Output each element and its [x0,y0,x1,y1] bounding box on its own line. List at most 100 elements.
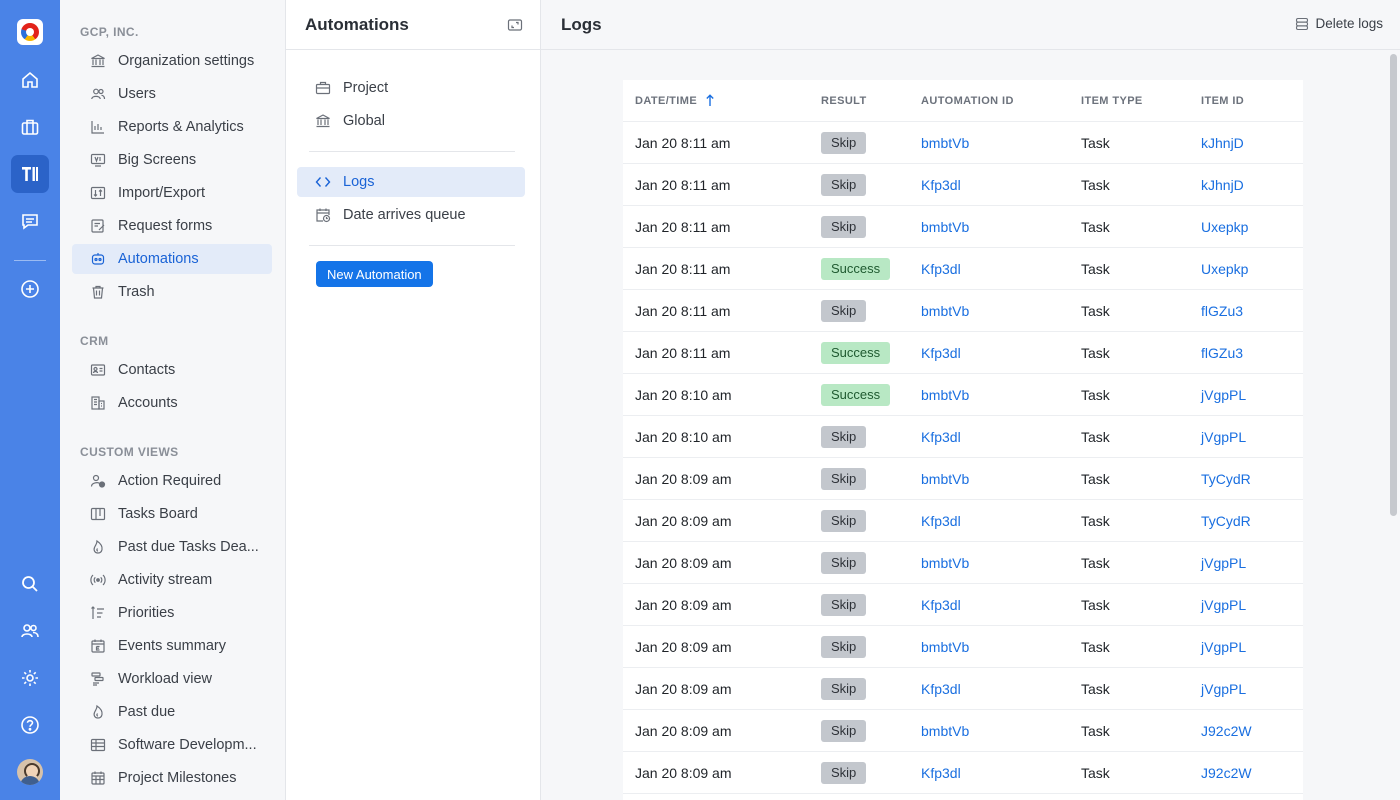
item-id-link[interactable]: jVgpPL [1201,639,1246,655]
table-row[interactable]: Jan 20 8:09 am Skip Kfp3dl Task jVgpPL [623,668,1303,710]
people-icon[interactable] [11,612,49,650]
item-id-link[interactable]: jVgpPL [1201,555,1246,571]
item-id-link[interactable]: J92c2W [1201,723,1252,739]
table-row[interactable]: Jan 20 8:11 am Skip Kfp3dl Task kJhnjD [623,164,1303,206]
table-row[interactable]: Jan 20 8:09 am Skip bmbtVb Task jVgpPL [623,626,1303,668]
automation-id-link[interactable]: bmbtVb [921,555,969,571]
workspace-icon[interactable] [11,155,49,193]
chat-icon[interactable] [11,202,49,240]
item-id-link[interactable]: J92c2W [1201,765,1252,781]
automation-id-link[interactable]: bmbtVb [921,135,969,151]
item-id-link[interactable]: jVgpPL [1201,429,1246,445]
sidebar-item-software-development[interactable]: Software Developm... [72,730,272,760]
sidebar-item-project-milestones[interactable]: Project Milestones [72,763,272,793]
item-id-link[interactable]: kJhnjD [1201,135,1244,151]
column-header-item-id[interactable]: ITEM ID [1201,95,1303,107]
item-id-link[interactable]: jVgpPL [1201,681,1246,697]
automation-id-link[interactable]: bmbtVb [921,723,969,739]
sidebar-item-organization-settings[interactable]: Organization settings [72,46,272,76]
cell-automation-id: bmbtVb [921,135,1081,151]
automation-id-link[interactable]: Kfp3dl [921,513,961,529]
cell-automation-id: bmbtVb [921,387,1081,403]
item-id-link[interactable]: flGZu3 [1201,303,1243,319]
automation-id-link[interactable]: Kfp3dl [921,429,961,445]
table-row[interactable]: Jan 20 8:11 am Skip bmbtVb Task kJhnjD [623,122,1303,164]
sidebar-item-reports[interactable]: Reports & Analytics [72,112,272,142]
sidebar-item-tasks-board[interactable]: Tasks Board [72,499,272,529]
add-icon[interactable] [11,270,49,308]
table-row[interactable]: Jan 20 8:09 am Skip Kfp3dl Task TyCydR [623,500,1303,542]
table-row[interactable]: Jan 20 8:11 am Success Kfp3dl Task flGZu3 [623,332,1303,374]
item-id-link[interactable]: jVgpPL [1201,387,1246,403]
sidebar-item-action-required[interactable]: Action Required [72,466,272,496]
item-id-link[interactable]: jVgpPL [1201,597,1246,613]
automation-id-link[interactable]: bmbtVb [921,639,969,655]
sidebar-item-activity-stream[interactable]: Activity stream [72,565,272,595]
sidebar-item-big-screens[interactable]: Big Screens [72,145,272,175]
expand-icon[interactable] [507,17,523,33]
app-logo[interactable] [17,19,43,45]
menu-item-project[interactable]: Project [297,73,525,103]
column-header-result[interactable]: RESULT [821,95,921,107]
sidebar-item-users[interactable]: Users [72,79,272,109]
search-icon[interactable] [11,565,49,603]
automation-id-link[interactable]: Kfp3dl [921,597,961,613]
menu-item-date-arrives-queue[interactable]: Date arrives queue [297,200,525,230]
sidebar-item-accounts[interactable]: Accounts [72,388,272,418]
status-badge: Skip [821,551,867,574]
menu-item-global[interactable]: Global [297,106,525,136]
item-id-link[interactable]: flGZu3 [1201,345,1243,361]
table-row[interactable]: Jan 20 8:09 am Skip Kfp3dl Task jVgpPL [623,584,1303,626]
avatar[interactable] [17,759,43,785]
automation-id-link[interactable]: bmbtVb [921,219,969,235]
briefcase-icon[interactable] [11,108,49,146]
delete-logs-button[interactable]: Delete logs [1295,16,1383,31]
column-header-item-type[interactable]: ITEM TYPE [1081,95,1201,107]
column-label: DATE/TIME [635,94,698,107]
table-row[interactable]: Jan 20 8:11 am Skip bmbtVb Task Uxepkp [623,206,1303,248]
automation-id-link[interactable]: bmbtVb [921,303,969,319]
item-id-link[interactable]: kJhnjD [1201,177,1244,193]
table-row[interactable]: Jan 20 8:09 am Skip Kfp3dl Task J92c2W [623,752,1303,794]
table-row[interactable]: Jan 20 8:09 am Skip bmbtVb Task jVgpPL [623,542,1303,584]
home-icon[interactable] [11,61,49,99]
cell-item-type: Task [1081,176,1110,193]
cell-item-type: Task [1081,596,1110,613]
table-row[interactable]: Jan 20 8:09 am Skip bmbtVb Task J92c2W [623,710,1303,752]
column-header-automation-id[interactable]: AUTOMATION ID [921,95,1081,107]
sidebar-item-request-forms[interactable]: Request forms [72,211,272,241]
automation-id-link[interactable]: Kfp3dl [921,345,961,361]
new-automation-button[interactable]: New Automation [316,261,433,287]
item-id-link[interactable]: TyCydR [1201,471,1251,487]
sidebar-item-import-export[interactable]: Import/Export [72,178,272,208]
item-id-link[interactable]: TyCydR [1201,513,1251,529]
sidebar-item-contacts[interactable]: Contacts [72,355,272,385]
item-id-link[interactable]: Uxepkp [1201,219,1248,235]
sidebar-item-past-due-tasks[interactable]: Past due Tasks Dea... [72,532,272,562]
sidebar-item-events-summary[interactable]: Events summary [72,631,272,661]
automation-id-link[interactable]: Kfp3dl [921,177,961,193]
menu-item-logs[interactable]: Logs [297,167,525,197]
cell-automation-id: Kfp3dl [921,513,1081,529]
sidebar-item-workload-view[interactable]: Workload view [72,664,272,694]
automation-id-link[interactable]: Kfp3dl [921,681,961,697]
table-row[interactable]: Jan 20 8:11 am Success Kfp3dl Task Uxepkp [623,248,1303,290]
table-row[interactable]: Jan 20 8:11 am Skip bmbtVb Task flGZu3 [623,290,1303,332]
table-row[interactable]: Jan 20 8:09 am Skip bmbtVb Task TyCydR [623,458,1303,500]
sidebar-item-priorities[interactable]: Priorities [72,598,272,628]
sidebar-item-trash[interactable]: Trash [72,277,272,307]
table-row[interactable]: Jan 20 8:10 am Skip Kfp3dl Task jVgpPL [623,416,1303,458]
sidebar-item-past-due[interactable]: Past due [72,697,272,727]
cell-datetime: Jan 20 8:10 am [635,386,732,403]
sidebar-item-automations[interactable]: Automations [72,244,272,274]
item-id-link[interactable]: Uxepkp [1201,261,1248,277]
automation-id-link[interactable]: Kfp3dl [921,765,961,781]
column-header-datetime[interactable]: DATE/TIME [623,94,821,107]
automation-id-link[interactable]: bmbtVb [921,471,969,487]
table-row[interactable]: Jan 20 8:10 am Success bmbtVb Task jVgpPL [623,374,1303,416]
automation-id-link[interactable]: Kfp3dl [921,261,961,277]
gear-icon[interactable] [11,659,49,697]
help-icon[interactable] [11,706,49,744]
automation-id-link[interactable]: bmbtVb [921,387,969,403]
scrollbar[interactable] [1390,54,1397,516]
